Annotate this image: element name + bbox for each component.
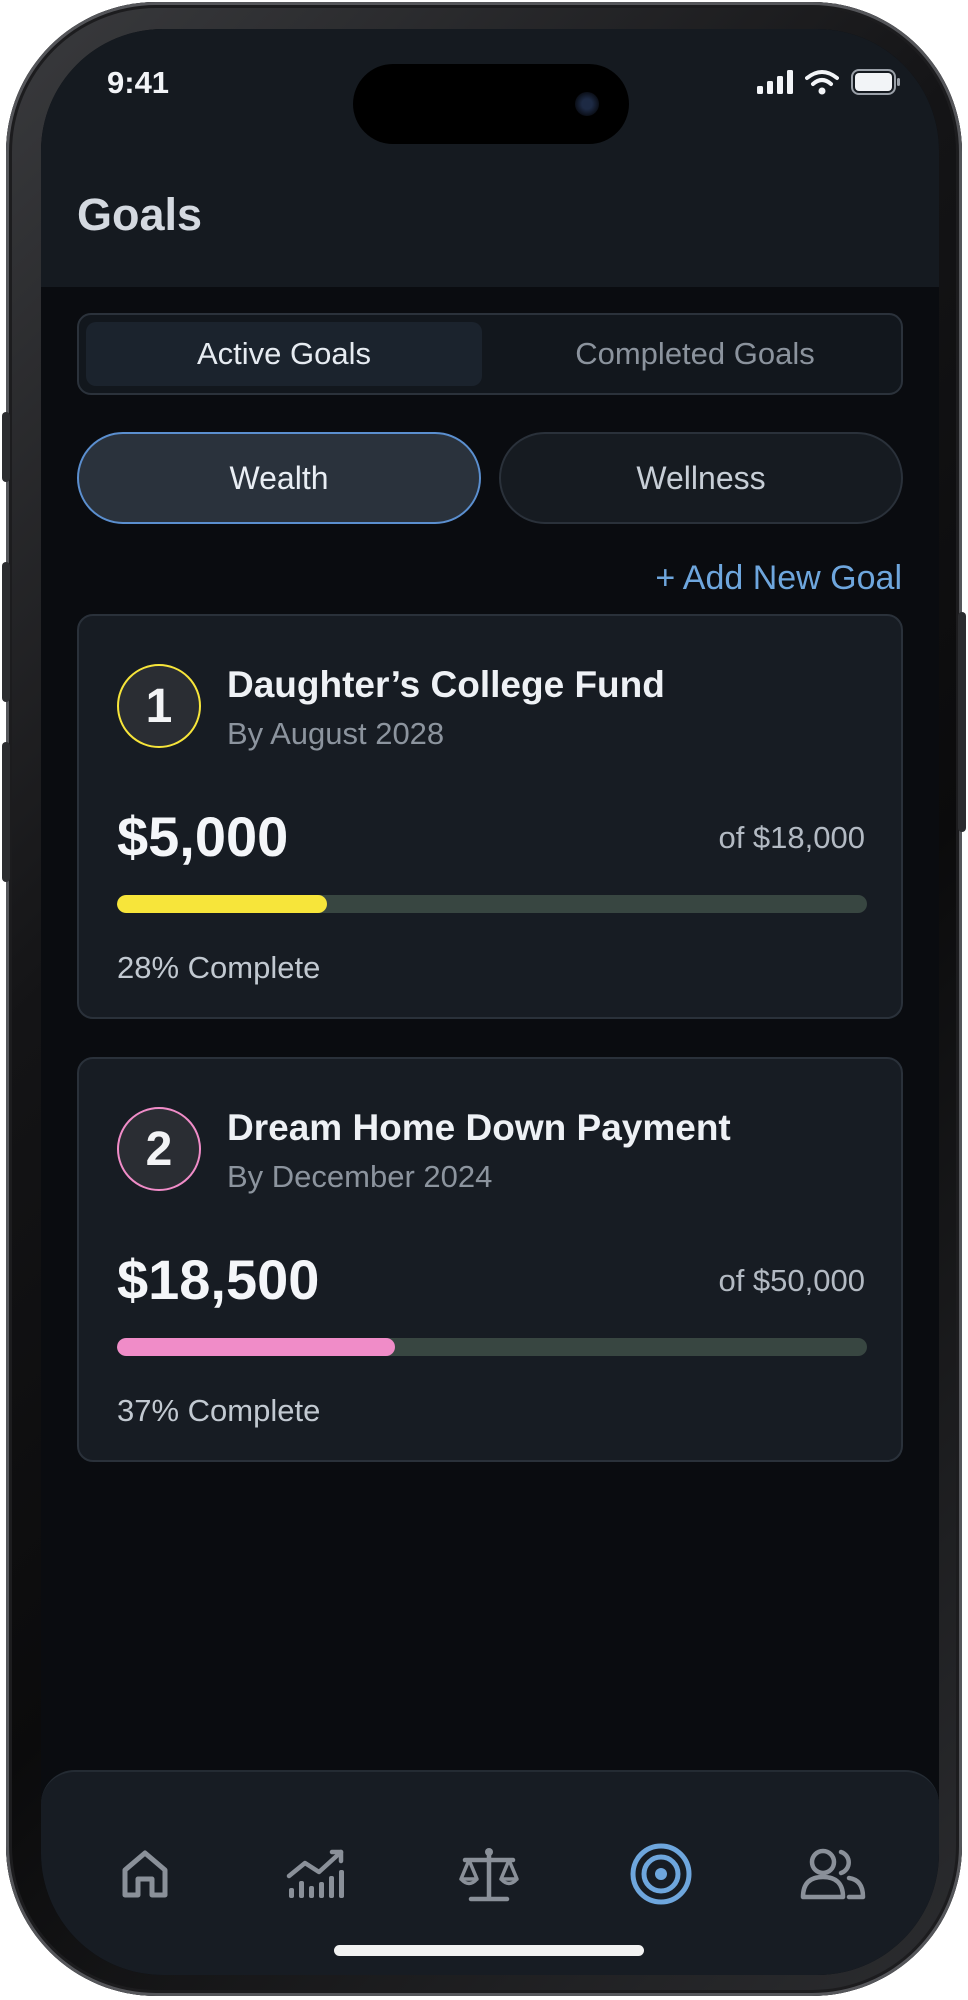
home-indicator[interactable] bbox=[334, 1945, 644, 1956]
category-wellness-button[interactable]: Wellness bbox=[499, 432, 903, 524]
goal-due-date: By August 2028 bbox=[227, 716, 445, 751]
nav-people-button[interactable] bbox=[793, 1834, 873, 1914]
tab-active-goals[interactable]: Active Goals bbox=[86, 322, 482, 386]
chart-icon bbox=[286, 1849, 344, 1898]
goal-target-amount: of $18,000 bbox=[718, 820, 865, 855]
goal-due-date: By December 2024 bbox=[227, 1159, 493, 1194]
goal-name: Daughter’s College Fund bbox=[227, 664, 665, 705]
header-bar: 9:41 Goals bbox=[41, 29, 939, 287]
goal-status-tabs: Active Goals Completed Goals bbox=[77, 313, 903, 395]
status-icons bbox=[757, 69, 901, 95]
home-icon bbox=[122, 1850, 168, 1898]
nav-home-button[interactable] bbox=[105, 1834, 185, 1914]
power-button bbox=[958, 612, 966, 832]
nav-charts-button[interactable] bbox=[277, 1834, 357, 1914]
progress-label: 37% Complete bbox=[117, 1393, 321, 1428]
balance-scale-icon bbox=[459, 1848, 519, 1902]
progress-bar bbox=[117, 895, 867, 913]
goal-card[interactable]: 2 Dream Home Down Payment By December 20… bbox=[77, 1057, 903, 1462]
target-icon bbox=[630, 1843, 692, 1905]
nav-balance-button[interactable] bbox=[449, 1834, 529, 1914]
signal-icon bbox=[757, 70, 793, 94]
volume-up-button bbox=[2, 562, 10, 702]
tab-completed-goals[interactable]: Completed Goals bbox=[497, 322, 893, 386]
add-new-goal-link[interactable]: + Add New Goal bbox=[655, 559, 902, 598]
page-title: Goals bbox=[77, 189, 203, 240]
volume-down-button bbox=[2, 742, 10, 882]
nav-goals-button[interactable] bbox=[621, 1834, 701, 1914]
camera-icon bbox=[575, 92, 599, 116]
battery-icon bbox=[851, 69, 900, 95]
users-icon bbox=[800, 1848, 866, 1900]
goal-saved-amount: $5,000 bbox=[117, 805, 289, 868]
goal-saved-amount: $18,500 bbox=[117, 1248, 320, 1311]
progress-bar bbox=[117, 1338, 867, 1356]
progress-fill bbox=[117, 895, 327, 913]
status-time: 9:41 bbox=[107, 65, 170, 100]
wifi-icon bbox=[805, 70, 839, 95]
progress-label: 28% Complete bbox=[117, 950, 321, 985]
dynamic-island bbox=[353, 64, 629, 144]
phone-frame: 9:41 Goals Active Goals Completed Goals … bbox=[2, 2, 966, 1996]
goal-number-badge: 1 bbox=[117, 664, 201, 748]
mute-switch bbox=[2, 412, 10, 482]
goal-name: Dream Home Down Payment bbox=[227, 1107, 731, 1148]
screen: 9:41 Goals Active Goals Completed Goals … bbox=[41, 29, 939, 1975]
goal-number-badge: 2 bbox=[117, 1107, 201, 1191]
progress-fill bbox=[117, 1338, 395, 1356]
category-wealth-button[interactable]: Wealth bbox=[77, 432, 481, 524]
goal-target-amount: of $50,000 bbox=[718, 1263, 865, 1298]
goal-card[interactable]: 1 Daughter’s College Fund By August 2028… bbox=[77, 614, 903, 1019]
